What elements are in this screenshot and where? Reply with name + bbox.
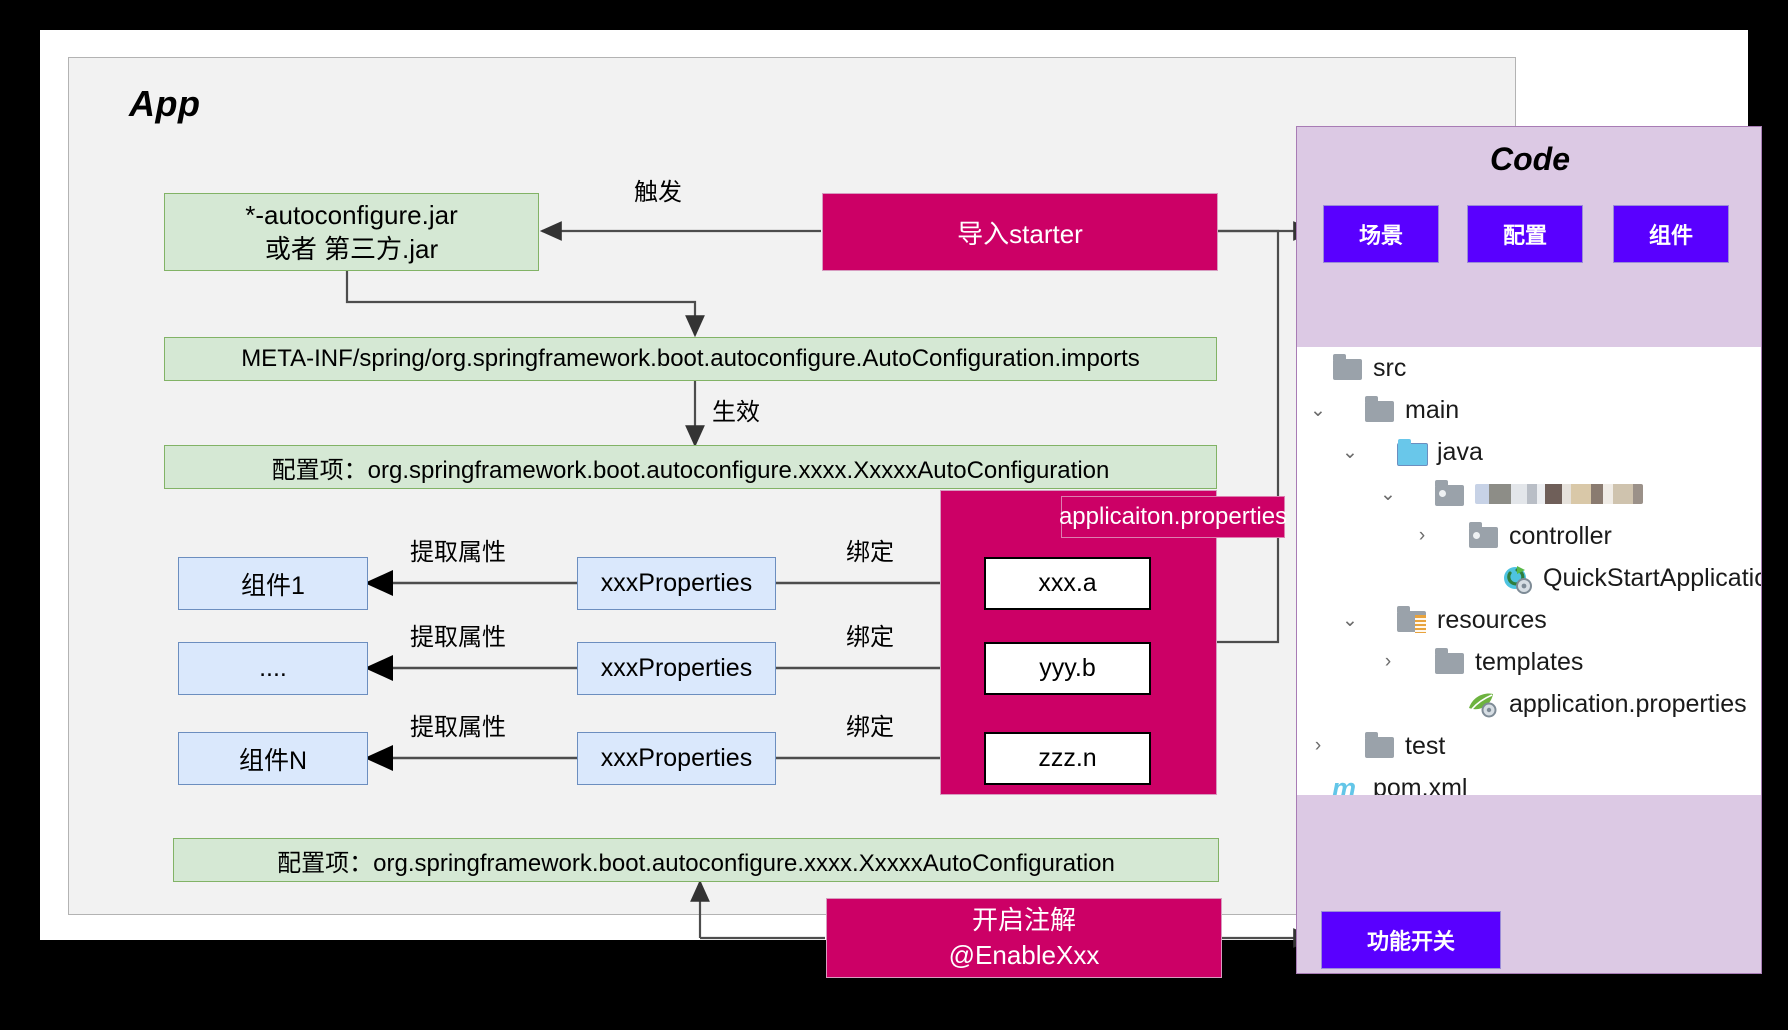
autoconfigure-jar-line1: *-autoconfigure.jar xyxy=(245,200,458,230)
tree-label: QuickStartApplication xyxy=(1543,563,1761,592)
folder-icon xyxy=(1433,648,1467,676)
component-label-2: .... xyxy=(259,654,287,682)
edge-label-extract-1: 提取属性 xyxy=(410,539,506,566)
chip-config[interactable]: 配置 xyxy=(1467,205,1583,263)
property-key-label-2: yyy.b xyxy=(1039,654,1096,682)
folder-icon xyxy=(1331,354,1365,382)
app-panel-title: App xyxy=(129,83,201,124)
properties-label-2: xxxProperties xyxy=(600,654,753,682)
component-label-1: 组件1 xyxy=(241,571,305,600)
tree-item-main[interactable]: ⌄ main xyxy=(1297,389,1761,431)
tree-item-pom-xml[interactable]: › m pom.xml xyxy=(1297,767,1761,796)
chip-scene[interactable]: 场景 xyxy=(1323,205,1439,263)
tree-item-test[interactable]: › test xyxy=(1297,725,1761,767)
tree-item-quickstart-application[interactable]: › QuickStartApplication xyxy=(1297,557,1761,599)
config-item-bottom-label: 配置项：org.springframework.boot.autoconfigu… xyxy=(277,849,1115,877)
enable-annotation-box[interactable]: 开启注解 @EnableXxx xyxy=(826,898,1222,978)
tree-label: resources xyxy=(1437,605,1547,634)
code-panel-title: Code xyxy=(1490,141,1570,177)
diagram-page: App *-autoconfigure.jar 或者 第三方.jar 触发 导入… xyxy=(40,30,1762,978)
autoconfigure-jar-box[interactable]: *-autoconfigure.jar 或者 第三方.jar xyxy=(164,193,539,271)
component-box-1[interactable]: 组件1 xyxy=(178,557,368,610)
package-icon xyxy=(1467,522,1501,550)
import-starter-label: 导入starter xyxy=(957,218,1083,249)
tree-label: application.properties xyxy=(1509,689,1747,718)
tree-label: controller xyxy=(1509,521,1612,550)
redacted-package-name xyxy=(1475,484,1643,504)
autoconfigure-jar-line2: 或者 第三方.jar xyxy=(264,234,439,264)
spring-boot-class-glyph xyxy=(1504,566,1532,594)
tree-label: pom.xml xyxy=(1373,773,1468,796)
chip-feature-switch[interactable]: 功能开关 xyxy=(1321,911,1501,969)
tree-label: src xyxy=(1373,353,1407,382)
edge-label-bind-1: 绑定 xyxy=(846,539,894,566)
enable-annotation-line2: @EnableXxx xyxy=(948,940,1100,970)
edge-label-effective-bottom: 生效 xyxy=(720,950,768,977)
property-key-label-1: xxx.a xyxy=(1038,569,1097,597)
chip-feature-switch-label: 功能开关 xyxy=(1366,929,1455,954)
chevron-down-icon[interactable]: ⌄ xyxy=(1375,483,1401,506)
tree-item-resources[interactable]: ⌄ resources xyxy=(1297,599,1761,641)
chip-component[interactable]: 组件 xyxy=(1613,205,1729,263)
chip-component-label: 组件 xyxy=(1648,223,1693,248)
spring-properties-icon xyxy=(1467,690,1501,718)
chevron-right-icon[interactable]: › xyxy=(1375,651,1401,673)
enable-annotation-line1: 开启注解 xyxy=(971,905,1076,935)
tree-label: test xyxy=(1405,731,1446,760)
imports-file-box[interactable]: META-INF/spring/org.springframework.boot… xyxy=(164,337,1217,381)
chevron-down-icon[interactable]: ⌄ xyxy=(1337,609,1363,632)
resources-folder-icon xyxy=(1395,606,1429,634)
application-properties-title: applicaiton.properties xyxy=(1059,496,1287,538)
package-icon xyxy=(1433,480,1467,508)
chevron-down-icon[interactable]: ⌄ xyxy=(1305,399,1331,422)
edge-label-effective-top: 生效 xyxy=(712,399,760,426)
import-starter-box[interactable]: 导入starter xyxy=(822,193,1218,271)
tree-item-package[interactable]: ⌄ xyxy=(1297,473,1761,515)
diagram-canvas: App *-autoconfigure.jar 或者 第三方.jar 触发 导入… xyxy=(0,0,1788,1000)
folder-icon xyxy=(1363,396,1397,424)
chip-scene-label: 场景 xyxy=(1358,223,1403,248)
tree-label: main xyxy=(1405,395,1460,424)
resources-badge xyxy=(1415,615,1426,633)
component-label-3: 组件N xyxy=(238,746,308,775)
tree-item-controller[interactable]: › controller xyxy=(1297,515,1761,557)
chevron-down-icon[interactable]: ⌄ xyxy=(1337,441,1363,464)
tree-item-java[interactable]: ⌄ java xyxy=(1297,431,1761,473)
tree-label: templates xyxy=(1475,647,1584,676)
properties-label-3: xxxProperties xyxy=(600,744,753,772)
chevron-right-icon[interactable]: › xyxy=(1409,525,1435,547)
tree-item-application-properties[interactable]: › application.properties xyxy=(1297,683,1761,725)
config-item-top-label: 配置项：org.springframework.boot.autoconfigu… xyxy=(271,456,1110,484)
property-key-box-3[interactable]: zzz.n xyxy=(984,732,1151,785)
edge-label-extract-3: 提取属性 xyxy=(410,714,506,741)
component-box-2[interactable]: .... xyxy=(178,642,368,695)
config-item-bottom-box[interactable]: 配置项：org.springframework.boot.autoconfigu… xyxy=(173,838,1219,882)
maven-icon: m xyxy=(1332,772,1357,795)
property-key-box-1[interactable]: xxx.a xyxy=(984,557,1151,610)
config-item-top-box[interactable]: 配置项：org.springframework.boot.autoconfigu… xyxy=(164,445,1217,489)
tree-item-templates[interactable]: › templates xyxy=(1297,641,1761,683)
properties-box-3[interactable]: xxxProperties xyxy=(577,732,776,785)
folder-java-icon xyxy=(1395,438,1429,466)
properties-label-1: xxxProperties xyxy=(600,569,753,597)
tree-item-src[interactable]: › src xyxy=(1297,347,1761,389)
folder-icon xyxy=(1363,732,1397,760)
property-key-box-2[interactable]: yyy.b xyxy=(984,642,1151,695)
edge-label-trigger: 触发 xyxy=(634,179,682,206)
chip-config-label: 配置 xyxy=(1502,223,1547,248)
properties-box-2[interactable]: xxxProperties xyxy=(577,642,776,695)
tree-label: java xyxy=(1437,437,1483,466)
properties-box-1[interactable]: xxxProperties xyxy=(577,557,776,610)
property-key-label-3: zzz.n xyxy=(1038,744,1097,772)
spring-boot-class-icon xyxy=(1501,564,1535,594)
chevron-right-icon[interactable]: › xyxy=(1305,735,1331,757)
component-box-3[interactable]: 组件N xyxy=(178,732,368,785)
project-file-tree: › src ⌄ main ⌄ java ⌄ xyxy=(1297,347,1761,795)
spring-leaf-glyph xyxy=(1469,693,1497,718)
edge-label-bind-3: 绑定 xyxy=(846,714,894,741)
edge-label-extract-2: 提取属性 xyxy=(410,624,506,651)
edge-label-bind-2: 绑定 xyxy=(846,624,894,651)
imports-file-label: META-INF/spring/org.springframework.boot… xyxy=(241,345,1140,372)
